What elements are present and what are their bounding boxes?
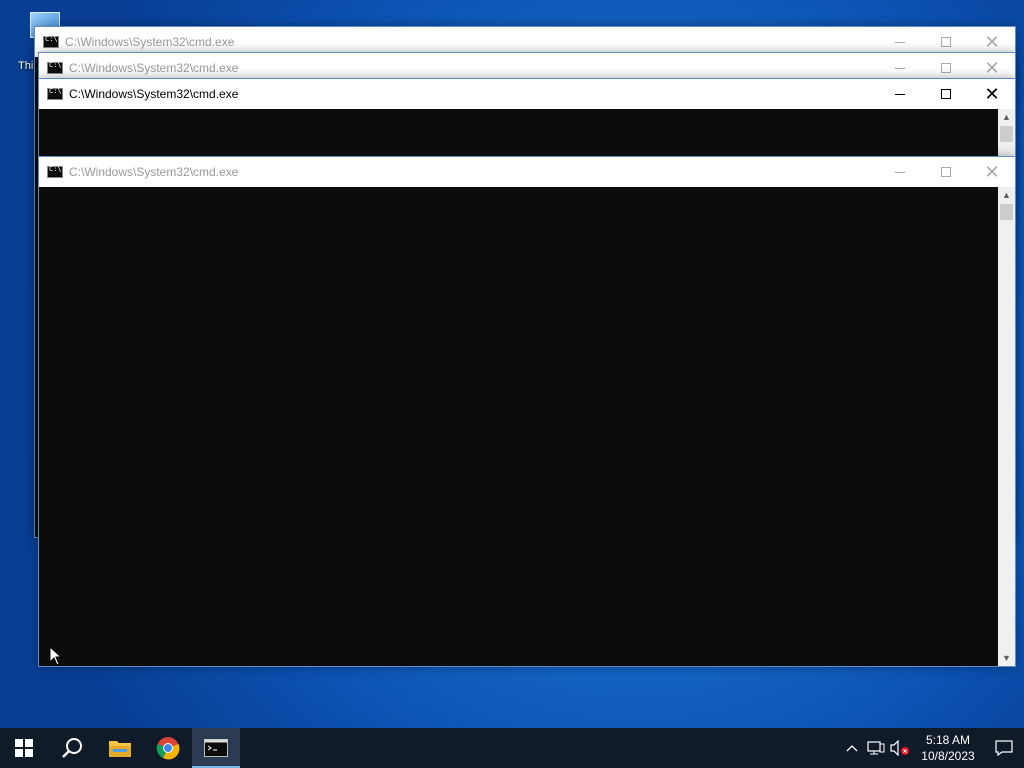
action-center-button[interactable] xyxy=(984,728,1024,768)
notification-icon xyxy=(995,740,1013,756)
window-title: C:\Windows\System32\cmd.exe xyxy=(69,87,239,101)
close-icon: ✕ xyxy=(984,57,1000,79)
window-titlebar[interactable]: C:\Windows\System32\cmd.exe ✕ xyxy=(39,79,1015,109)
cmd-app-icon xyxy=(43,35,59,48)
close-button[interactable]: ✕ xyxy=(969,79,1015,109)
clock[interactable]: 5:18 AM 10/8/2023 xyxy=(912,728,984,768)
cmd-app-icon xyxy=(47,61,63,74)
minimize-icon xyxy=(895,93,905,95)
cmd-icon xyxy=(204,739,228,757)
chevron-up-icon xyxy=(846,745,858,752)
mouse-cursor-icon xyxy=(49,646,63,666)
close-icon: ✕ xyxy=(984,31,1000,53)
file-explorer-button[interactable] xyxy=(96,728,144,768)
scroll-up-icon[interactable]: ▲ xyxy=(998,187,1015,203)
maximize-icon xyxy=(941,167,951,177)
maximize-button[interactable] xyxy=(923,79,969,109)
vertical-scrollbar[interactable]: ▲ xyxy=(998,109,1015,157)
desktop-icon-label: Thi xyxy=(18,60,34,72)
volume-button[interactable] xyxy=(888,728,912,768)
cmd-app-icon xyxy=(47,87,63,100)
file-explorer-icon xyxy=(109,741,131,757)
window-title: C:\Windows\System32\cmd.exe xyxy=(69,165,239,179)
scroll-up-icon[interactable]: ▲ xyxy=(998,109,1015,125)
clock-date: 10/8/2023 xyxy=(921,749,975,763)
cmd-window-3[interactable]: C:\Windows\System32\cmd.exe ✕ ▲ xyxy=(38,78,1016,158)
close-icon: ✕ xyxy=(984,83,1000,105)
minimize-button[interactable] xyxy=(877,79,923,109)
cmd-taskbar-button[interactable] xyxy=(192,728,240,768)
taskbar: 5:18 AM 10/8/2023 xyxy=(0,728,1024,768)
minimize-icon xyxy=(895,41,905,43)
close-icon: ✕ xyxy=(984,161,1000,183)
minimize-icon xyxy=(895,67,905,69)
window-title: C:\Windows\System32\cmd.exe xyxy=(65,35,235,49)
window-title: C:\Windows\System32\cmd.exe xyxy=(69,61,239,75)
windows-logo-icon xyxy=(15,739,33,757)
close-button[interactable]: ✕ xyxy=(969,157,1015,187)
maximize-icon xyxy=(941,37,951,47)
minimize-button[interactable] xyxy=(877,157,923,187)
show-hidden-icons-button[interactable] xyxy=(840,728,864,768)
search-button[interactable] xyxy=(48,728,96,768)
chrome-button[interactable] xyxy=(144,728,192,768)
scroll-down-icon[interactable]: ▼ xyxy=(998,650,1015,666)
clock-time: 5:18 AM xyxy=(925,733,971,747)
network-icon xyxy=(867,741,885,755)
cmd-app-icon xyxy=(47,165,63,178)
chrome-icon xyxy=(156,737,180,760)
scroll-thumb[interactable] xyxy=(1000,126,1013,142)
maximize-button[interactable] xyxy=(923,157,969,187)
maximize-icon xyxy=(941,63,951,73)
vertical-scrollbar[interactable]: ▲ ▼ xyxy=(998,187,1015,666)
start-button[interactable] xyxy=(0,728,48,768)
cmd-window-4[interactable]: C:\Windows\System32\cmd.exe ✕ ▲ ▼ xyxy=(38,156,1016,667)
network-button[interactable] xyxy=(864,728,888,768)
minimize-icon xyxy=(895,171,905,173)
scroll-thumb[interactable] xyxy=(1000,204,1013,220)
window-titlebar[interactable]: C:\Windows\System32\cmd.exe ✕ xyxy=(39,157,1015,187)
system-tray: 5:18 AM 10/8/2023 xyxy=(840,728,1024,768)
search-icon xyxy=(62,738,82,758)
console-area[interactable] xyxy=(39,187,998,666)
console-area[interactable] xyxy=(39,109,998,157)
maximize-icon xyxy=(941,89,951,99)
volume-muted-icon xyxy=(890,740,909,756)
